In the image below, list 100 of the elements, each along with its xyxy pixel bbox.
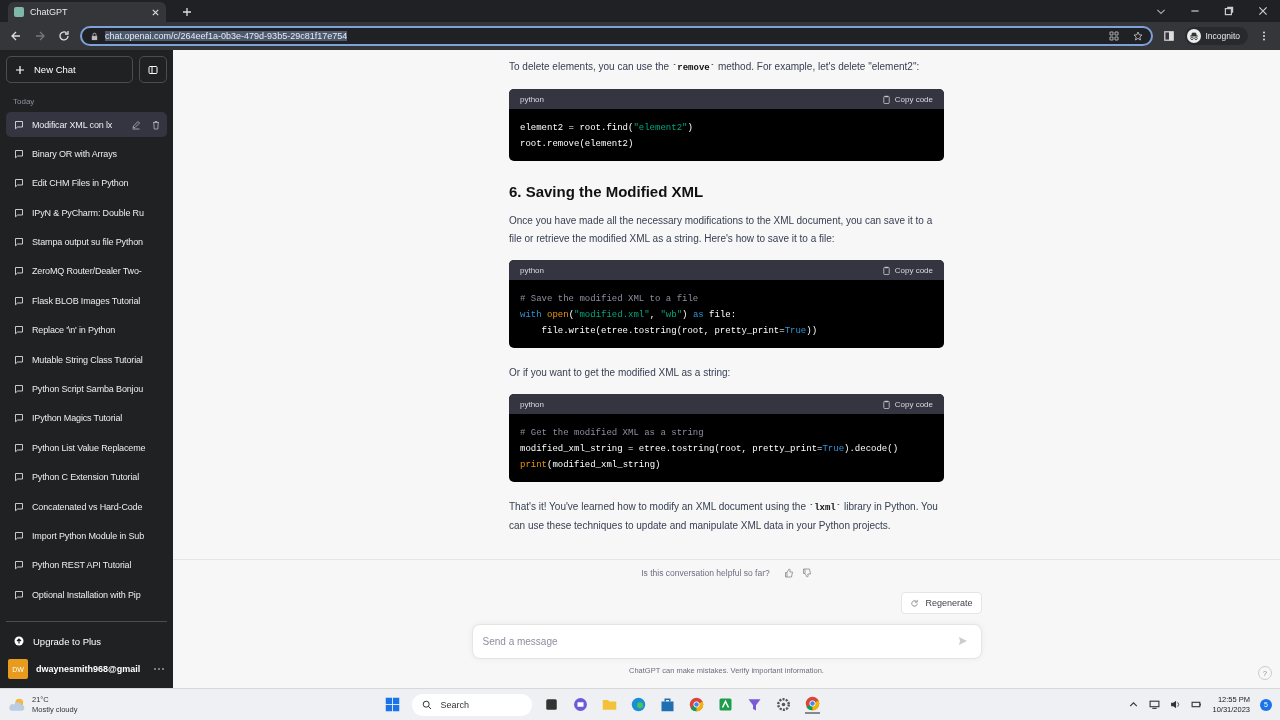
forward-arrow-icon[interactable] [34,30,46,42]
chat-history-item[interactable]: Optional Installation with Pip [6,582,167,608]
cloud-sun-icon [8,697,26,712]
chat-app-icon[interactable] [573,697,589,712]
code-language: python [520,265,545,275]
chat-history-item[interactable]: Concatenated vs Hard-Code [6,494,167,520]
clipboard-icon [881,399,891,409]
thumbs-down-icon[interactable] [801,568,812,578]
chat-history-item[interactable]: Import Python Module in Sub [6,523,167,549]
chat-history-item[interactable]: IPyN & PyCharm: Double Ru [6,200,167,226]
chat-bubble-icon [14,266,24,277]
close-icon[interactable] [1257,5,1269,17]
chat-history-item[interactable]: Modificar XML con lx [6,112,167,137]
copy-code-button[interactable]: Copy code [881,94,933,104]
sidebar-icon [148,64,158,75]
chat-history-item[interactable]: Python Script Samba Bonjou [6,376,167,402]
browser-app-icon[interactable] [631,697,647,712]
monitor-icon[interactable] [1149,699,1161,710]
chat-bubble-icon [14,413,24,424]
upgrade-link[interactable]: Upgrade to Plus [6,628,167,654]
address-bar[interactable]: chat.openai.com/c/264eef1a-0b3e-479d-93b5-29c81f17e754 [80,26,1153,46]
chat-history-item[interactable]: Python C Extension Tutorial [6,464,167,490]
up-arrow-circle-icon [14,636,24,646]
message-input[interactable]: Send a message [471,624,982,659]
chrome-icon[interactable] [805,695,821,714]
section-label: Today [13,97,36,106]
side-panel-icon[interactable] [1162,30,1175,42]
chat-bubble-icon [14,472,24,483]
star-icon[interactable] [1132,31,1143,41]
settings-icon[interactable] [776,697,792,712]
chat-history-item[interactable]: ZeroMQ Router/Dealer Two- [6,258,167,284]
code-line: with open("modified.xml", "wb") as file: [520,309,738,322]
store-bag-icon[interactable] [660,697,676,712]
plus-icon [15,64,25,75]
code-line: root.remove(element2) [520,138,635,151]
new-chat-button[interactable]: New Chat [6,56,133,83]
incognito-icon [1186,29,1201,43]
user-email[interactable]: dwaynesmith968@gmail [36,664,145,674]
chat-bubble-icon [14,119,24,130]
chat-history-item[interactable]: Replace '\n' in Python [6,317,167,343]
chat-history-item[interactable]: Edit CHM Files in Python [6,170,167,196]
thumbs-up-icon[interactable] [783,568,794,578]
feedback-prompt: Is this conversation helpful so far? [641,568,770,578]
chat-bubble-icon [14,178,24,189]
chrome-icon[interactable] [689,697,705,712]
chat-bubble-icon [14,237,24,248]
refresh-icon [910,598,920,608]
chatgpt-logo-icon [14,7,24,17]
code-line: # Get the modified XML as a string [520,427,705,440]
back-arrow-icon[interactable] [10,30,22,42]
section-heading: 6. Saving the Modified XML [509,183,705,200]
battery-icon [1191,699,1203,710]
code-line: # Save the modified XML to a file [520,293,700,306]
code-line: element2 = root.find("element2") [520,122,694,135]
code-line: modified_xml_string = etree.tostring(root, pretty_print=True).decode() [520,443,900,456]
chat-history-item[interactable]: Python REST API Tutorial [6,552,167,578]
sidebar-toggle-button[interactable] [139,56,167,83]
more-icon[interactable] [153,667,165,671]
chat-bubble-icon [14,530,24,541]
chat-history-item[interactable]: Flask BLOB Images Tutorial [6,288,167,314]
code-language: python [520,399,545,409]
plus-icon[interactable] [182,7,192,17]
restore-icon[interactable] [1223,5,1235,17]
chat-bubble-icon [14,295,24,306]
paragraph: That's it! You've learned how to modify an XML document using the `lxml` library in Python. You can use these techniques to update and manipulate XML data in your Python projects. [509,500,939,533]
funnel-icon[interactable] [747,697,763,712]
copy-code-button[interactable]: Copy code [881,265,933,275]
chat-bubble-icon [14,354,24,365]
trash-icon[interactable] [151,119,161,130]
code-line: file.write(etree.tostring(root, pretty_print=True)) [540,325,819,338]
pencil-icon[interactable] [131,119,141,130]
chat-bubble-icon [14,207,24,218]
chat-bubble-icon [14,148,24,159]
tab-title: ChatGPT [30,7,69,17]
clipboard-icon [881,265,891,275]
chat-bubble-icon [14,325,24,336]
triangle-app-icon[interactable] [718,697,734,712]
chat-history-item[interactable]: Binary OR with Arrays [6,141,167,167]
qr-code-icon[interactable] [1108,31,1119,41]
dark-square-app-icon[interactable] [544,697,560,712]
chat-history-item[interactable]: Python List Value Replaceme [6,435,167,461]
speaker-icon[interactable] [1170,699,1182,710]
windows-start-icon[interactable] [385,697,401,712]
incognito-button[interactable]: Incognito [1184,27,1248,45]
code-language: python [520,94,545,104]
close-icon[interactable] [151,7,160,17]
paragraph: Once you have made all the necessary modifications to the XML document, you can save it to a file or retrieve the modified XML as a string. Here's how to save it to a file: [509,214,934,246]
copy-code-button[interactable]: Copy code [881,399,933,409]
browser-tab[interactable]: ChatGPT [8,2,166,22]
regenerate-button[interactable]: Regenerate [901,592,982,614]
taskbar-search[interactable]: Search [412,693,533,716]
chat-bubble-icon [14,501,24,512]
chat-history-item[interactable]: Mutable String Class Tutorial [6,347,167,373]
chat-bubble-icon [14,442,24,453]
chat-bubble-icon [14,589,24,600]
reload-icon[interactable] [58,30,70,42]
chat-history-item[interactable]: IPython Magics Tutorial [6,405,167,431]
chat-history-item[interactable]: Stampa output su file Python [6,229,167,255]
code-line: print(modified_xml_string) [520,459,662,472]
search-icon [422,699,433,710]
